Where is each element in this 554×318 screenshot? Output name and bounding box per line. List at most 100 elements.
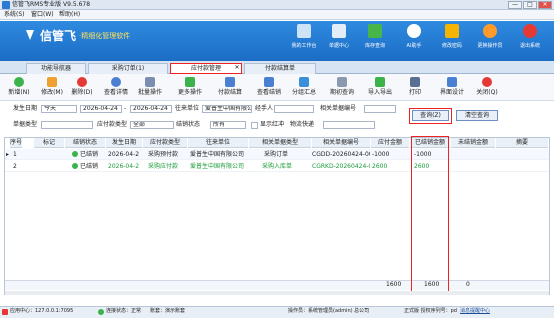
close-page-button[interactable]: 关闭(Q)	[472, 76, 502, 99]
brand-name: 信管飞	[40, 29, 77, 43]
status-dot-icon	[72, 163, 78, 169]
col-no[interactable]: 序号	[10, 138, 22, 148]
close-button[interactable]: ✕	[538, 1, 552, 9]
delete-button[interactable]: 删除(D)	[69, 76, 95, 99]
printer-icon	[410, 77, 420, 87]
monitor-icon	[297, 24, 311, 38]
opening-query-button[interactable]: 期初查询	[326, 76, 358, 99]
print-button[interactable]: 打印	[403, 76, 427, 99]
status-operator: 操作员：系统管理员(admin) 总公司	[288, 308, 370, 314]
menu-system[interactable]: 系统(S)	[4, 11, 25, 19]
col-unit[interactable]: 往来单位	[188, 138, 248, 148]
menu-window[interactable]: 窗口(W)	[31, 11, 54, 19]
app-center-icon	[2, 309, 8, 315]
col-rel-no[interactable]: 相关单据编号	[312, 138, 370, 148]
related-no-input[interactable]	[364, 105, 396, 113]
pay-type-select[interactable]: 全部	[130, 121, 174, 129]
doc-type-select[interactable]	[41, 121, 93, 129]
clear-query-button[interactable]: 清空查询	[456, 110, 498, 121]
doc-type-label: 单据类型	[13, 121, 38, 128]
pencil-icon	[47, 77, 57, 87]
group-icon	[299, 77, 309, 87]
handler-input[interactable]	[274, 105, 314, 113]
cell-pay-type: 采购应付款	[148, 163, 179, 170]
handler-label: 经手人	[255, 105, 274, 112]
show-red-checkbox[interactable]	[251, 122, 258, 129]
cell-unit: 爱普生中国有限公司	[190, 163, 245, 170]
group-summary-button[interactable]: 分组汇总	[288, 76, 320, 99]
view-settlement-button[interactable]: 查看结销	[253, 76, 285, 99]
unit-input[interactable]: 爱普生中国有限公司	[202, 105, 252, 113]
cell-status: 已结销	[72, 149, 106, 160]
col-pay-type[interactable]: 应付款类型	[143, 138, 187, 148]
status-connection: 连接状态：正常	[106, 308, 142, 314]
add-button[interactable]: 新增(N)	[6, 76, 32, 99]
horizontal-scrollbar[interactable]	[5, 291, 549, 295]
query-button[interactable]: 查询(Z)	[412, 110, 449, 121]
cell-date: 2026-04-2	[108, 163, 140, 170]
settle-status-label: 结销状态	[176, 121, 201, 128]
date-range-select[interactable]: 今天	[41, 105, 77, 113]
date-label: 发生日期	[13, 105, 38, 112]
cell-amount: 2600	[372, 163, 388, 170]
settle-status-select[interactable]: 所有	[210, 121, 246, 129]
document-center-button[interactable]: 单据中心	[320, 24, 358, 58]
col-amount[interactable]: 应付金额	[371, 138, 409, 148]
payment-settle-button[interactable]: 付款结算	[214, 76, 246, 99]
exit-icon	[523, 24, 537, 38]
date-to-input[interactable]: 2026-04-24	[130, 105, 172, 113]
col-status[interactable]: 结销状态	[65, 138, 105, 148]
menu-help[interactable]: 帮助(H)	[59, 11, 80, 19]
tab-close-icon[interactable]: ✕	[232, 63, 242, 74]
cell-rel-no: CGDD-20260424-000	[312, 151, 370, 158]
col-memo[interactable]: 摘要	[496, 138, 548, 148]
stock-query-button[interactable]: 库存查询	[356, 24, 394, 58]
calendar-icon	[337, 77, 347, 87]
book-icon	[368, 24, 382, 38]
connection-icon	[98, 309, 104, 315]
cell-unit: 爱普生中国有限公司	[190, 151, 245, 158]
minimize-button[interactable]: —	[508, 1, 522, 9]
col-rel-type[interactable]: 相关单据类型	[249, 138, 311, 148]
sum-amount: 1600	[386, 281, 402, 288]
tab-purchase-order[interactable]: 采购订单(1)	[88, 63, 168, 74]
edit-button[interactable]: 修改(M)	[39, 76, 65, 99]
col-mark[interactable]: 标记	[34, 138, 64, 148]
document-icon	[225, 77, 235, 87]
cell-date: 2026-04-2	[108, 151, 140, 158]
more-operations-button[interactable]: 更多操作	[172, 76, 208, 99]
cell-rel-type: 采购订单	[264, 151, 289, 158]
view-settle-icon	[264, 77, 274, 87]
maximize-button[interactable]: □	[523, 1, 537, 9]
col-date[interactable]: 发生日期	[106, 138, 142, 148]
logistics-label: 物流快递	[290, 121, 315, 128]
switch-operator-button[interactable]: 更换操作员	[471, 24, 509, 58]
exit-system-button[interactable]: 退出系统	[511, 24, 549, 58]
change-password-button[interactable]: 修改密码	[433, 24, 471, 58]
row-pointer-icon: ▸	[6, 151, 10, 158]
workbench-button[interactable]: 我的工作台	[285, 24, 323, 58]
cell-rel-type: 采购入库单	[262, 163, 293, 170]
arrow-up-icon	[185, 77, 195, 87]
col-unsettled[interactable]: 未结销金额	[451, 138, 495, 148]
cell-pay-type: 采购预付款	[148, 151, 179, 158]
lock-icon	[445, 24, 459, 38]
view-detail-button[interactable]: 查看详情	[101, 76, 131, 99]
tab-payment-settlement[interactable]: 付款结算单	[244, 63, 316, 74]
import-export-button[interactable]: 导入导出	[364, 76, 396, 99]
tab-navigator[interactable]: 功能导航器	[26, 63, 86, 74]
ai-assistant-button[interactable]: AI助手	[395, 24, 433, 58]
plus-icon	[14, 77, 24, 87]
pay-type-label: 应付款类型	[97, 121, 128, 128]
app-icon	[2, 1, 10, 9]
cell-rel-no: CGRKD-20260424-000	[312, 163, 370, 170]
settled-column-highlight	[411, 136, 449, 293]
status-app-center: 应用中心：127.0.0.1:7095	[10, 308, 74, 314]
batch-operation-button[interactable]: 批量操作	[134, 76, 166, 99]
message-center-link[interactable]: 消息提醒中心	[460, 306, 490, 317]
date-from-input[interactable]: 2026-04-24	[80, 105, 122, 113]
status-account: 账套：演示账套	[150, 308, 186, 314]
ui-design-button[interactable]: 界面设计	[436, 76, 468, 99]
logistics-input[interactable]	[323, 121, 375, 129]
show-red-label: 显示红冲	[260, 121, 285, 128]
